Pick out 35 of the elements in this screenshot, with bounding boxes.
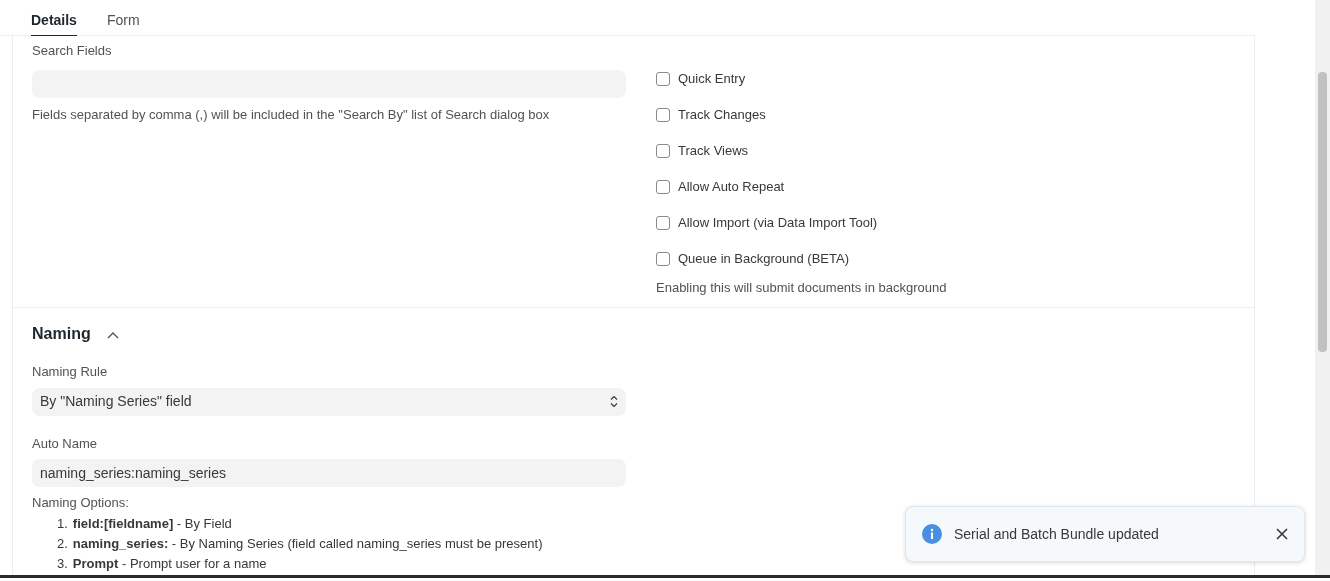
updown-chevron-icon — [610, 395, 618, 408]
help-text: Naming Options: — [32, 494, 130, 512]
checkbox[interactable] — [656, 252, 670, 266]
list-number: 1. — [57, 514, 68, 533]
field-label: Naming Rule — [32, 363, 109, 381]
list-number: 3. — [57, 554, 68, 573]
chevron-icon[interactable] — [106, 330, 119, 339]
list-number: 2. — [57, 534, 68, 553]
checkbox[interactable] — [656, 108, 670, 122]
checkbox[interactable] — [656, 180, 670, 194]
checkbox[interactable] — [656, 72, 670, 86]
naming-rule-select[interactable]: By "Naming Series" field — [32, 387, 626, 416]
list-item: Prompt - Prompt user for a name — [72, 554, 267, 573]
checkbox-label[interactable]: Track Changes — [678, 105, 766, 125]
checkbox-label[interactable]: Allow Import (via Data Import Tool) — [678, 213, 878, 233]
tab[interactable]: Details — [31, 0, 77, 36]
checkbox-label[interactable]: Allow Auto Repeat — [678, 177, 785, 197]
checkbox-label[interactable]: Quick Entry — [678, 69, 746, 89]
help-text: Enabling this will submit documents in background — [656, 279, 947, 297]
tab[interactable]: Form — [106, 0, 140, 36]
field-label: Search Fields — [32, 42, 113, 60]
list-item: field:[fieldname] - By Field — [72, 514, 232, 533]
auto-name-input[interactable]: naming_series:naming_series — [32, 459, 626, 487]
field-label: Auto Name — [32, 434, 99, 453]
checkbox-label[interactable]: Track Views — [678, 141, 749, 161]
scrollbar-thumb[interactable] — [1318, 72, 1327, 352]
checkbox-label[interactable]: Queue in Background (BETA) — [678, 249, 849, 269]
help-text: Fields separated by comma (,) will be included in the "Search By" list of Search dialog box — [32, 105, 551, 124]
info-icon — [922, 524, 942, 544]
close-icon[interactable] — [1276, 528, 1288, 540]
list-item: naming_series: - By Naming Series (field called naming_series must be present) — [72, 534, 543, 553]
toast-message: Serial and Batch Bundle updated — [954, 524, 1160, 544]
section-title: Naming — [32, 324, 91, 344]
checkbox[interactable] — [656, 216, 670, 230]
checkbox[interactable] — [656, 144, 670, 158]
